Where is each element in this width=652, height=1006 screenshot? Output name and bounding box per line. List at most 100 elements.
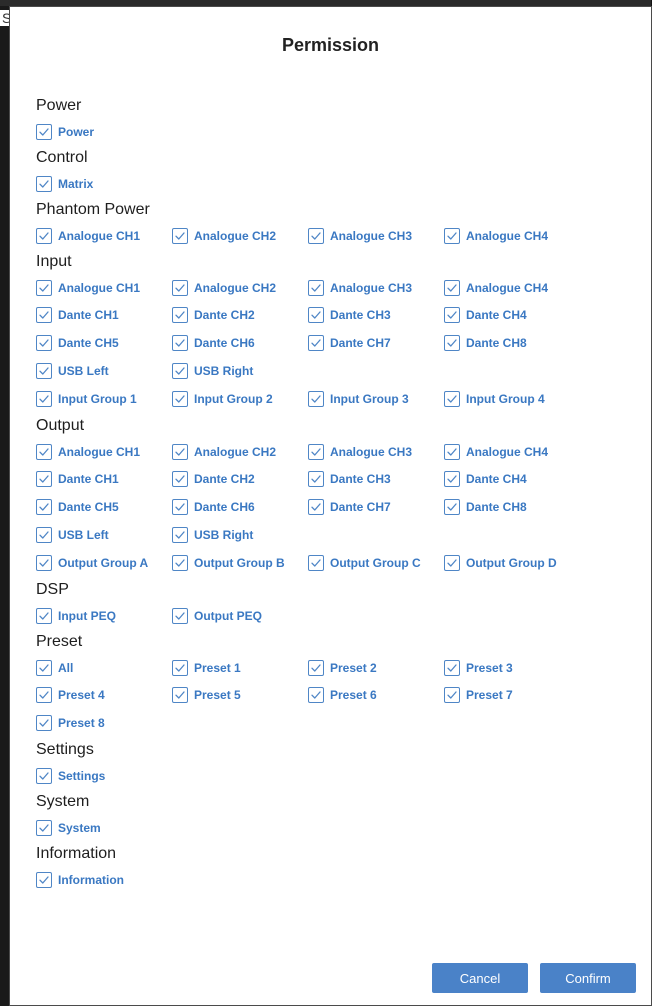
checkmark-icon[interactable] bbox=[36, 335, 52, 351]
permission-checkbox[interactable]: Preset 2 bbox=[308, 660, 444, 676]
checkmark-icon[interactable] bbox=[36, 471, 52, 487]
checkmark-icon[interactable] bbox=[308, 444, 324, 460]
permission-checkbox[interactable]: Analogue CH4 bbox=[444, 228, 580, 244]
permission-checkbox[interactable]: Input Group 2 bbox=[172, 391, 308, 407]
checkmark-icon[interactable] bbox=[36, 176, 52, 192]
checkmark-icon[interactable] bbox=[444, 471, 460, 487]
permission-checkbox[interactable]: Analogue CH2 bbox=[172, 444, 308, 460]
checkmark-icon[interactable] bbox=[444, 444, 460, 460]
permission-checkbox[interactable]: Output Group D bbox=[444, 555, 580, 571]
checkmark-icon[interactable] bbox=[172, 527, 188, 543]
checkmark-icon[interactable] bbox=[172, 363, 188, 379]
permission-checkbox[interactable]: Analogue CH1 bbox=[36, 280, 172, 296]
checkmark-icon[interactable] bbox=[36, 527, 52, 543]
checkmark-icon[interactable] bbox=[444, 499, 460, 515]
permission-checkbox[interactable]: Dante CH5 bbox=[36, 499, 172, 515]
checkmark-icon[interactable] bbox=[444, 307, 460, 323]
permission-checkbox[interactable]: System bbox=[36, 820, 172, 836]
checkmark-icon[interactable] bbox=[36, 872, 52, 888]
checkmark-icon[interactable] bbox=[444, 280, 460, 296]
checkmark-icon[interactable] bbox=[36, 820, 52, 836]
checkmark-icon[interactable] bbox=[308, 660, 324, 676]
cancel-button[interactable]: Cancel bbox=[432, 963, 528, 993]
permission-checkbox[interactable]: Settings bbox=[36, 768, 172, 784]
checkmark-icon[interactable] bbox=[172, 555, 188, 571]
permission-checkbox[interactable]: Preset 3 bbox=[444, 660, 580, 676]
permission-checkbox[interactable]: Dante CH3 bbox=[308, 307, 444, 323]
permission-checkbox[interactable]: Input Group 1 bbox=[36, 391, 172, 407]
permission-checkbox[interactable]: Preset 8 bbox=[36, 715, 172, 731]
checkmark-icon[interactable] bbox=[308, 471, 324, 487]
checkmark-icon[interactable] bbox=[36, 660, 52, 676]
permission-checkbox[interactable]: Preset 1 bbox=[172, 660, 308, 676]
permission-checkbox[interactable]: Dante CH5 bbox=[36, 335, 172, 351]
permission-checkbox[interactable]: Analogue CH3 bbox=[308, 444, 444, 460]
checkmark-icon[interactable] bbox=[444, 228, 460, 244]
permission-checkbox[interactable]: Dante CH6 bbox=[172, 335, 308, 351]
checkmark-icon[interactable] bbox=[308, 307, 324, 323]
permission-checkbox[interactable]: Input Group 4 bbox=[444, 391, 580, 407]
permission-checkbox[interactable]: Dante CH2 bbox=[172, 471, 308, 487]
permission-checkbox[interactable]: Preset 6 bbox=[308, 687, 444, 703]
permission-checkbox[interactable]: Power bbox=[36, 124, 172, 140]
permission-checkbox[interactable]: Analogue CH2 bbox=[172, 228, 308, 244]
checkmark-icon[interactable] bbox=[444, 555, 460, 571]
permission-checkbox[interactable]: Dante CH4 bbox=[444, 307, 580, 323]
checkmark-icon[interactable] bbox=[444, 687, 460, 703]
checkmark-icon[interactable] bbox=[172, 335, 188, 351]
permission-checkbox[interactable]: All bbox=[36, 660, 172, 676]
permission-checkbox[interactable]: Dante CH1 bbox=[36, 307, 172, 323]
checkmark-icon[interactable] bbox=[172, 307, 188, 323]
checkmark-icon[interactable] bbox=[172, 471, 188, 487]
checkmark-icon[interactable] bbox=[36, 499, 52, 515]
confirm-button[interactable]: Confirm bbox=[540, 963, 636, 993]
checkmark-icon[interactable] bbox=[36, 124, 52, 140]
permission-checkbox[interactable]: Dante CH1 bbox=[36, 471, 172, 487]
checkmark-icon[interactable] bbox=[36, 555, 52, 571]
permission-checkbox[interactable]: Information bbox=[36, 872, 172, 888]
checkmark-icon[interactable] bbox=[36, 768, 52, 784]
checkmark-icon[interactable] bbox=[308, 228, 324, 244]
permission-checkbox[interactable]: Output Group A bbox=[36, 555, 172, 571]
checkmark-icon[interactable] bbox=[36, 687, 52, 703]
permission-checkbox[interactable]: Analogue CH1 bbox=[36, 444, 172, 460]
checkmark-icon[interactable] bbox=[36, 444, 52, 460]
permission-checkbox[interactable]: Dante CH8 bbox=[444, 335, 580, 351]
checkmark-icon[interactable] bbox=[36, 228, 52, 244]
checkmark-icon[interactable] bbox=[36, 715, 52, 731]
permission-checkbox[interactable]: USB Right bbox=[172, 527, 308, 543]
permission-checkbox[interactable]: Analogue CH4 bbox=[444, 444, 580, 460]
checkmark-icon[interactable] bbox=[308, 687, 324, 703]
checkmark-icon[interactable] bbox=[444, 660, 460, 676]
checkmark-icon[interactable] bbox=[36, 391, 52, 407]
checkmark-icon[interactable] bbox=[36, 608, 52, 624]
permission-checkbox[interactable]: Analogue CH3 bbox=[308, 228, 444, 244]
checkmark-icon[interactable] bbox=[308, 280, 324, 296]
permission-checkbox[interactable]: Dante CH3 bbox=[308, 471, 444, 487]
permission-checkbox[interactable]: USB Left bbox=[36, 363, 172, 379]
permission-checkbox[interactable]: Output Group C bbox=[308, 555, 444, 571]
checkmark-icon[interactable] bbox=[172, 687, 188, 703]
checkmark-icon[interactable] bbox=[172, 608, 188, 624]
checkmark-icon[interactable] bbox=[36, 307, 52, 323]
checkmark-icon[interactable] bbox=[444, 391, 460, 407]
permission-checkbox[interactable]: Preset 5 bbox=[172, 687, 308, 703]
permission-checkbox[interactable]: Analogue CH1 bbox=[36, 228, 172, 244]
checkmark-icon[interactable] bbox=[444, 335, 460, 351]
checkmark-icon[interactable] bbox=[308, 391, 324, 407]
checkmark-icon[interactable] bbox=[36, 280, 52, 296]
permission-checkbox[interactable]: Analogue CH3 bbox=[308, 280, 444, 296]
permission-checkbox[interactable]: Dante CH6 bbox=[172, 499, 308, 515]
permission-checkbox[interactable]: Dante CH7 bbox=[308, 499, 444, 515]
checkmark-icon[interactable] bbox=[308, 335, 324, 351]
permission-checkbox[interactable]: Output PEQ bbox=[172, 608, 308, 624]
permission-checkbox[interactable]: Output Group B bbox=[172, 555, 308, 571]
checkmark-icon[interactable] bbox=[172, 499, 188, 515]
checkmark-icon[interactable] bbox=[172, 660, 188, 676]
checkmark-icon[interactable] bbox=[172, 391, 188, 407]
checkmark-icon[interactable] bbox=[172, 444, 188, 460]
permission-checkbox[interactable]: Preset 4 bbox=[36, 687, 172, 703]
permission-checkbox[interactable]: Analogue CH4 bbox=[444, 280, 580, 296]
permission-checkbox[interactable]: Input PEQ bbox=[36, 608, 172, 624]
permission-checkbox[interactable]: USB Left bbox=[36, 527, 172, 543]
